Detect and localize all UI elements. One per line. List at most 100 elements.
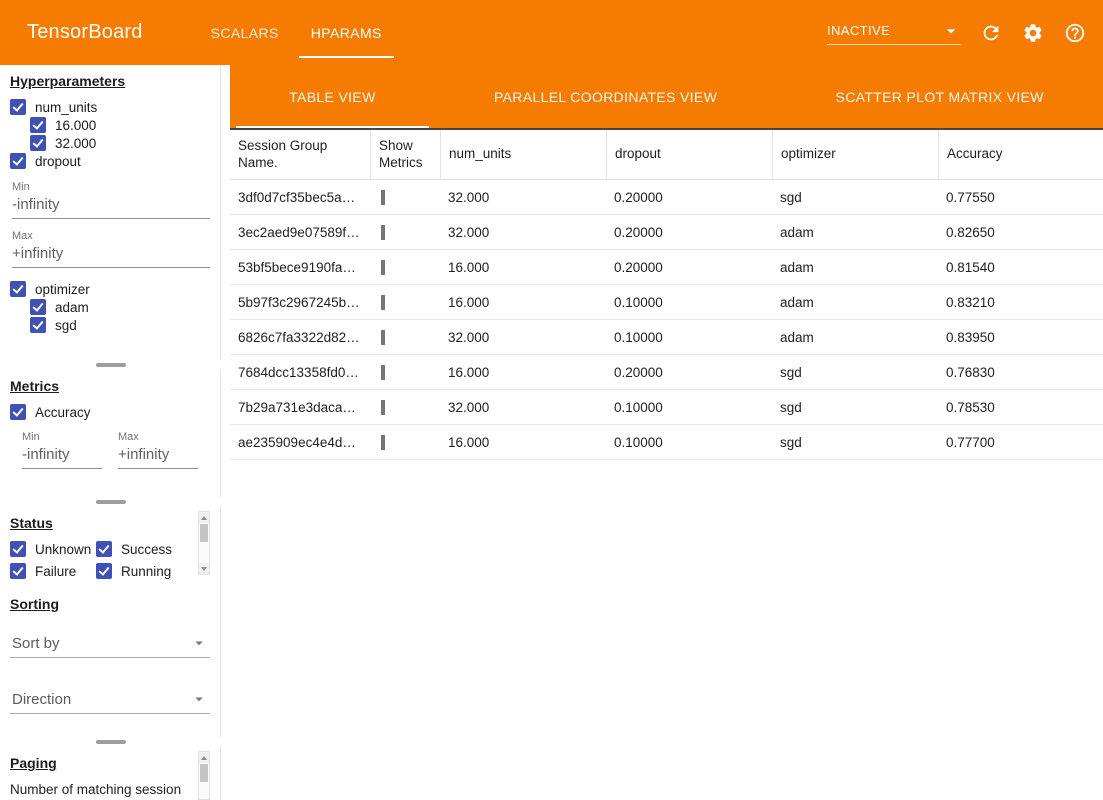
tab-scatter-plot-matrix-view[interactable]: SCATTER PLOT MATRIX VIEW [776, 65, 1103, 128]
direction-select[interactable]: Direction [10, 690, 210, 714]
cell-accuracy: 0.82650 [938, 225, 1103, 240]
scroll-down-arrow-icon[interactable] [199, 563, 209, 574]
cell-optimizer: adam [772, 225, 938, 240]
unknown-checkbox[interactable] [10, 541, 26, 557]
sgd-checkbox[interactable] [30, 317, 46, 333]
cell-dropout: 0.10000 [606, 400, 772, 415]
cell-accuracy: 0.78530 [938, 400, 1103, 415]
status-row-unknown[interactable]: Unknown [10, 540, 96, 558]
cell-optimizer: adam [772, 260, 938, 275]
adam-checkbox[interactable] [30, 299, 46, 315]
main-nav-tabs: SCALARS HPARAMS [195, 0, 398, 65]
paging-scrollbar[interactable] [198, 751, 210, 800]
settings-button[interactable] [1021, 21, 1045, 45]
cell-show-metrics [370, 225, 440, 240]
app-title: TensorBoard [27, 21, 143, 44]
show-metrics-checkbox[interactable] [381, 365, 385, 380]
accuracy-checkbox[interactable] [10, 404, 26, 420]
show-metrics-checkbox[interactable] [381, 260, 385, 275]
cell-accuracy: 0.81540 [938, 260, 1103, 275]
cell-optimizer: adam [772, 295, 938, 310]
scrollbar-track[interactable] [199, 763, 209, 799]
table-header: Session Group Name. Show Metrics num_uni… [230, 130, 1103, 180]
table-row[interactable]: 3df0d7cf35bec5a… 32.000 0.20000 sgd 0.77… [230, 180, 1103, 215]
num-units-32-checkbox[interactable] [30, 135, 46, 151]
table-row[interactable]: 5b97f3c2967245b… 16.000 0.10000 adam 0.8… [230, 285, 1103, 320]
status-scrollbar[interactable] [198, 511, 210, 575]
scroll-up-arrow-icon[interactable] [199, 752, 209, 763]
running-label: Running [121, 564, 171, 579]
sidebar: Hyperparameters num_units 16.000 32.000 … [0, 65, 230, 800]
dropdown-arrow-icon [941, 21, 961, 41]
cell-accuracy: 0.83210 [938, 295, 1103, 310]
hparam-value-row-32[interactable]: 32.000 [30, 134, 220, 152]
dropout-min-input[interactable]: -infinity [12, 194, 210, 219]
status-row-running[interactable]: Running [96, 562, 195, 580]
column-header-session-group-name[interactable]: Session Group Name. [230, 130, 370, 179]
resize-handle[interactable] [0, 737, 221, 747]
table-row[interactable]: 6826c7fa3322d82… 32.000 0.10000 adam 0.8… [230, 320, 1103, 355]
show-metrics-checkbox[interactable] [381, 330, 385, 345]
hparam-row-num-units[interactable]: num_units [10, 98, 220, 116]
dropout-checkbox[interactable] [10, 153, 26, 169]
tab-scalars[interactable]: SCALARS [195, 0, 295, 65]
cell-session-group-name: 3ec2aed9e07589f… [230, 225, 370, 240]
hparam-row-optimizer[interactable]: optimizer [10, 280, 220, 298]
scrollbar-track[interactable] [199, 523, 209, 563]
tab-scalars-label: SCALARS [211, 25, 279, 41]
cell-num-units: 16.000 [440, 295, 606, 310]
hparam-value-row-sgd[interactable]: sgd [30, 316, 220, 334]
column-header-num-units[interactable]: num_units [440, 130, 606, 179]
sort-by-select[interactable]: Sort by [10, 634, 210, 658]
num-units-checkbox[interactable] [10, 99, 26, 115]
table-row[interactable]: 3ec2aed9e07589f… 32.000 0.20000 adam 0.8… [230, 215, 1103, 250]
dropout-max-input[interactable]: +infinity [12, 243, 210, 268]
show-metrics-checkbox[interactable] [381, 435, 385, 450]
refresh-button[interactable] [979, 21, 1003, 45]
hparam-row-dropout[interactable]: dropout [10, 152, 220, 170]
hparam-value-row-16[interactable]: 16.000 [30, 116, 220, 134]
cell-session-group-name: 6826c7fa3322d82… [230, 330, 370, 345]
show-metrics-checkbox[interactable] [381, 400, 385, 415]
resize-handle[interactable] [0, 360, 221, 370]
show-metrics-checkbox[interactable] [381, 295, 385, 310]
status-row-failure[interactable]: Failure [10, 562, 96, 580]
sgd-label: sgd [55, 318, 77, 333]
metric-row-accuracy[interactable]: Accuracy [10, 403, 220, 421]
hparam-value-row-adam[interactable]: adam [30, 298, 220, 316]
table-row[interactable]: 7684dcc13358fd0… 16.000 0.20000 sgd 0.76… [230, 355, 1103, 390]
scrollbar-thumb[interactable] [200, 524, 208, 542]
failure-checkbox[interactable] [10, 563, 26, 579]
cell-show-metrics [370, 190, 440, 205]
column-header-optimizer[interactable]: optimizer [772, 130, 938, 179]
metric-min-input[interactable]: -infinity [22, 444, 102, 469]
tab-parallel-coordinates-view[interactable]: PARALLEL COORDINATES VIEW [435, 65, 777, 128]
column-header-accuracy[interactable]: Accuracy [938, 130, 1103, 179]
cell-show-metrics [370, 400, 440, 415]
show-metrics-checkbox[interactable] [381, 225, 385, 240]
column-header-show-metrics[interactable]: Show Metrics [370, 130, 440, 179]
column-header-dropout[interactable]: dropout [606, 130, 772, 179]
scroll-up-arrow-icon[interactable] [199, 512, 209, 523]
cell-dropout: 0.20000 [606, 365, 772, 380]
show-metrics-checkbox[interactable] [381, 190, 385, 205]
num-units-16-checkbox[interactable] [30, 117, 46, 133]
failure-label: Failure [35, 564, 76, 579]
metric-minmax-fields: Min -infinity Max +infinity [22, 421, 220, 469]
cell-session-group-name: 53bf5bece9190fa… [230, 260, 370, 275]
table-row[interactable]: 53bf5bece9190fa… 16.000 0.20000 adam 0.8… [230, 250, 1103, 285]
optimizer-checkbox[interactable] [10, 281, 26, 297]
scrollbar-thumb[interactable] [200, 764, 208, 782]
resize-handle[interactable] [0, 497, 221, 507]
help-button[interactable] [1063, 21, 1087, 45]
table-row[interactable]: 7b29a731e3daca… 32.000 0.10000 sgd 0.785… [230, 390, 1103, 425]
reload-status-select[interactable]: INACTIVE [827, 21, 961, 45]
tab-table-view[interactable]: TABLE VIEW [230, 65, 435, 128]
metric-max-input[interactable]: +infinity [118, 444, 198, 469]
success-checkbox[interactable] [96, 541, 112, 557]
tab-hparams[interactable]: HPARAMS [295, 0, 398, 65]
sort-by-value: Sort by [12, 635, 60, 652]
running-checkbox[interactable] [96, 563, 112, 579]
table-row[interactable]: ae235909ec4e4d… 16.000 0.10000 sgd 0.777… [230, 425, 1103, 460]
status-row-success[interactable]: Success [96, 540, 195, 558]
